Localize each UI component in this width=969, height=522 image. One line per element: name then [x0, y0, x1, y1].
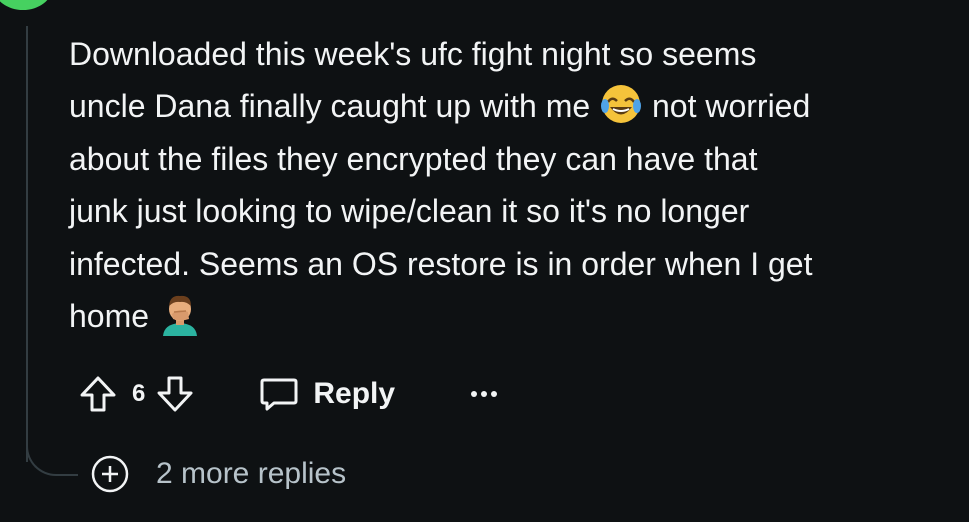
more-replies-label: 2 more replies [156, 457, 347, 490]
ellipsis-icon [471, 391, 498, 397]
comment-line-6: home [69, 298, 158, 335]
comment-line-1: Downloaded this week's ufc fight night s… [69, 36, 757, 72]
reply-button[interactable]: Reply [259, 374, 395, 414]
comment-thread: Downloaded this week's ufc fight night s… [0, 0, 969, 522]
more-options-button[interactable] [469, 389, 499, 399]
comment-body: Downloaded this week's ufc fight night s… [69, 28, 949, 342]
laughing-emoji-icon [601, 85, 642, 124]
plus-circle-icon [91, 455, 129, 493]
vote-count: 6 [132, 380, 146, 407]
upvote-button[interactable] [76, 372, 120, 416]
comment-actions: 6 Reply [76, 366, 499, 422]
comment-line-3: about the files they encrypted they can … [69, 140, 758, 177]
more-replies-button[interactable]: 2 more replies [90, 454, 346, 494]
downvote-button[interactable] [153, 372, 197, 416]
comment-line-4: junk just looking to wipe/clean it so it… [69, 193, 750, 230]
thread-line[interactable] [26, 26, 28, 462]
comment-line-2a: uncle Dana finally caught up with me [69, 88, 600, 125]
facepalm-emoji-icon [162, 295, 197, 337]
thread-connector [26, 430, 78, 476]
speech-bubble-icon [260, 378, 298, 411]
comment-line-5: infected. Seems an OS restore is in orde… [69, 245, 813, 282]
comment-line-2b: not worried [643, 88, 811, 125]
upvote-arrow-icon [80, 376, 116, 412]
avatar[interactable] [0, 0, 52, 10]
downvote-arrow-icon [157, 376, 193, 412]
reply-label: Reply [313, 377, 396, 410]
